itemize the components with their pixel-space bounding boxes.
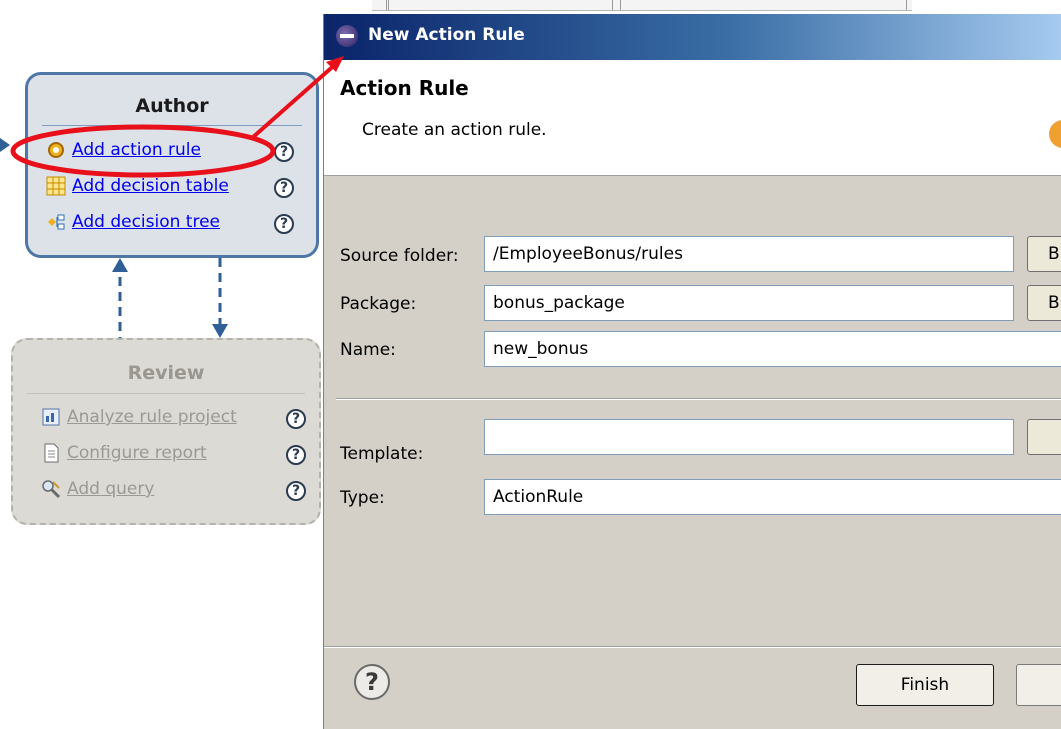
template-label: Template:	[340, 444, 424, 464]
dialog-title: New Action Rule	[368, 25, 525, 45]
wizard-header: Action Rule Create an action rule.	[324, 60, 1061, 176]
section-separator	[336, 398, 1061, 400]
package-field[interactable]: bonus_package	[484, 285, 1014, 321]
help-icon-configure-report[interactable]: ?	[286, 445, 306, 465]
add-query-item[interactable]: Add query	[41, 476, 154, 502]
background-table-header	[372, 0, 912, 11]
add-decision-tree-link[interactable]: Add decision tree	[72, 212, 220, 232]
add-action-rule-item[interactable]: Add action rule	[46, 137, 201, 163]
add-decision-table-item[interactable]: Add decision table	[46, 173, 229, 199]
review-divider	[27, 393, 305, 394]
query-icon	[41, 479, 61, 499]
analyze-rule-project-item[interactable]: Analyze rule project	[41, 404, 237, 430]
add-action-rule-link[interactable]: Add action rule	[72, 140, 201, 160]
author-divider	[42, 125, 302, 126]
add-decision-table-link[interactable]: Add decision table	[72, 176, 229, 196]
type-field[interactable]: ActionRule	[484, 479, 1061, 515]
help-icon-add-query[interactable]: ?	[286, 481, 306, 501]
dialog-titlebar[interactable]: New Action Rule	[324, 14, 1061, 60]
add-query-link[interactable]: Add query	[67, 479, 154, 499]
package-label: Package:	[340, 294, 417, 314]
button-bar-separator	[324, 646, 1061, 648]
type-label: Type:	[340, 488, 385, 508]
configure-report-link[interactable]: Configure report	[67, 443, 207, 463]
configure-report-item[interactable]: Configure report	[41, 440, 207, 466]
source-folder-label: Source folder:	[340, 246, 459, 266]
finish-button[interactable]: Finish	[856, 664, 994, 706]
gear-icon	[46, 140, 66, 160]
wizard-banner-icon	[1049, 120, 1061, 148]
help-icon-action-rule[interactable]: ?	[274, 142, 294, 162]
source-folder-browse-button[interactable]: B	[1027, 236, 1061, 272]
source-folder-field[interactable]: /EmployeeBonus/rules	[484, 236, 1014, 272]
wizard-header-title: Action Rule	[340, 76, 469, 100]
template-field[interactable]	[484, 419, 1014, 455]
name-label: Name:	[340, 340, 396, 360]
wizard-header-description: Create an action rule.	[362, 120, 547, 140]
author-panel: Author Add action rule Add decision tabl…	[25, 72, 319, 258]
document-icon	[41, 443, 61, 463]
help-button[interactable]: ?	[354, 664, 390, 700]
table-icon	[46, 176, 66, 196]
analyze-rule-project-link[interactable]: Analyze rule project	[67, 407, 237, 427]
report-icon	[41, 407, 61, 427]
name-field[interactable]: new_bonus	[484, 331, 1061, 367]
new-action-rule-dialog: New Action Rule Action Rule Create an ac…	[323, 14, 1061, 729]
review-title: Review	[127, 362, 205, 384]
help-icon-analyze[interactable]: ?	[286, 409, 306, 429]
help-icon-decision-table[interactable]: ?	[274, 178, 294, 198]
eclipse-icon	[336, 25, 358, 47]
template-browse-button[interactable]	[1027, 419, 1061, 455]
review-panel: Review Analyze rule project Configure re…	[11, 338, 321, 525]
add-decision-tree-item[interactable]: Add decision tree	[46, 209, 220, 235]
author-title: Author	[135, 95, 209, 117]
help-icon-decision-tree[interactable]: ?	[274, 214, 294, 234]
package-browse-button[interactable]: B	[1027, 285, 1061, 321]
tree-icon	[46, 212, 66, 232]
next-button[interactable]	[1016, 664, 1061, 706]
